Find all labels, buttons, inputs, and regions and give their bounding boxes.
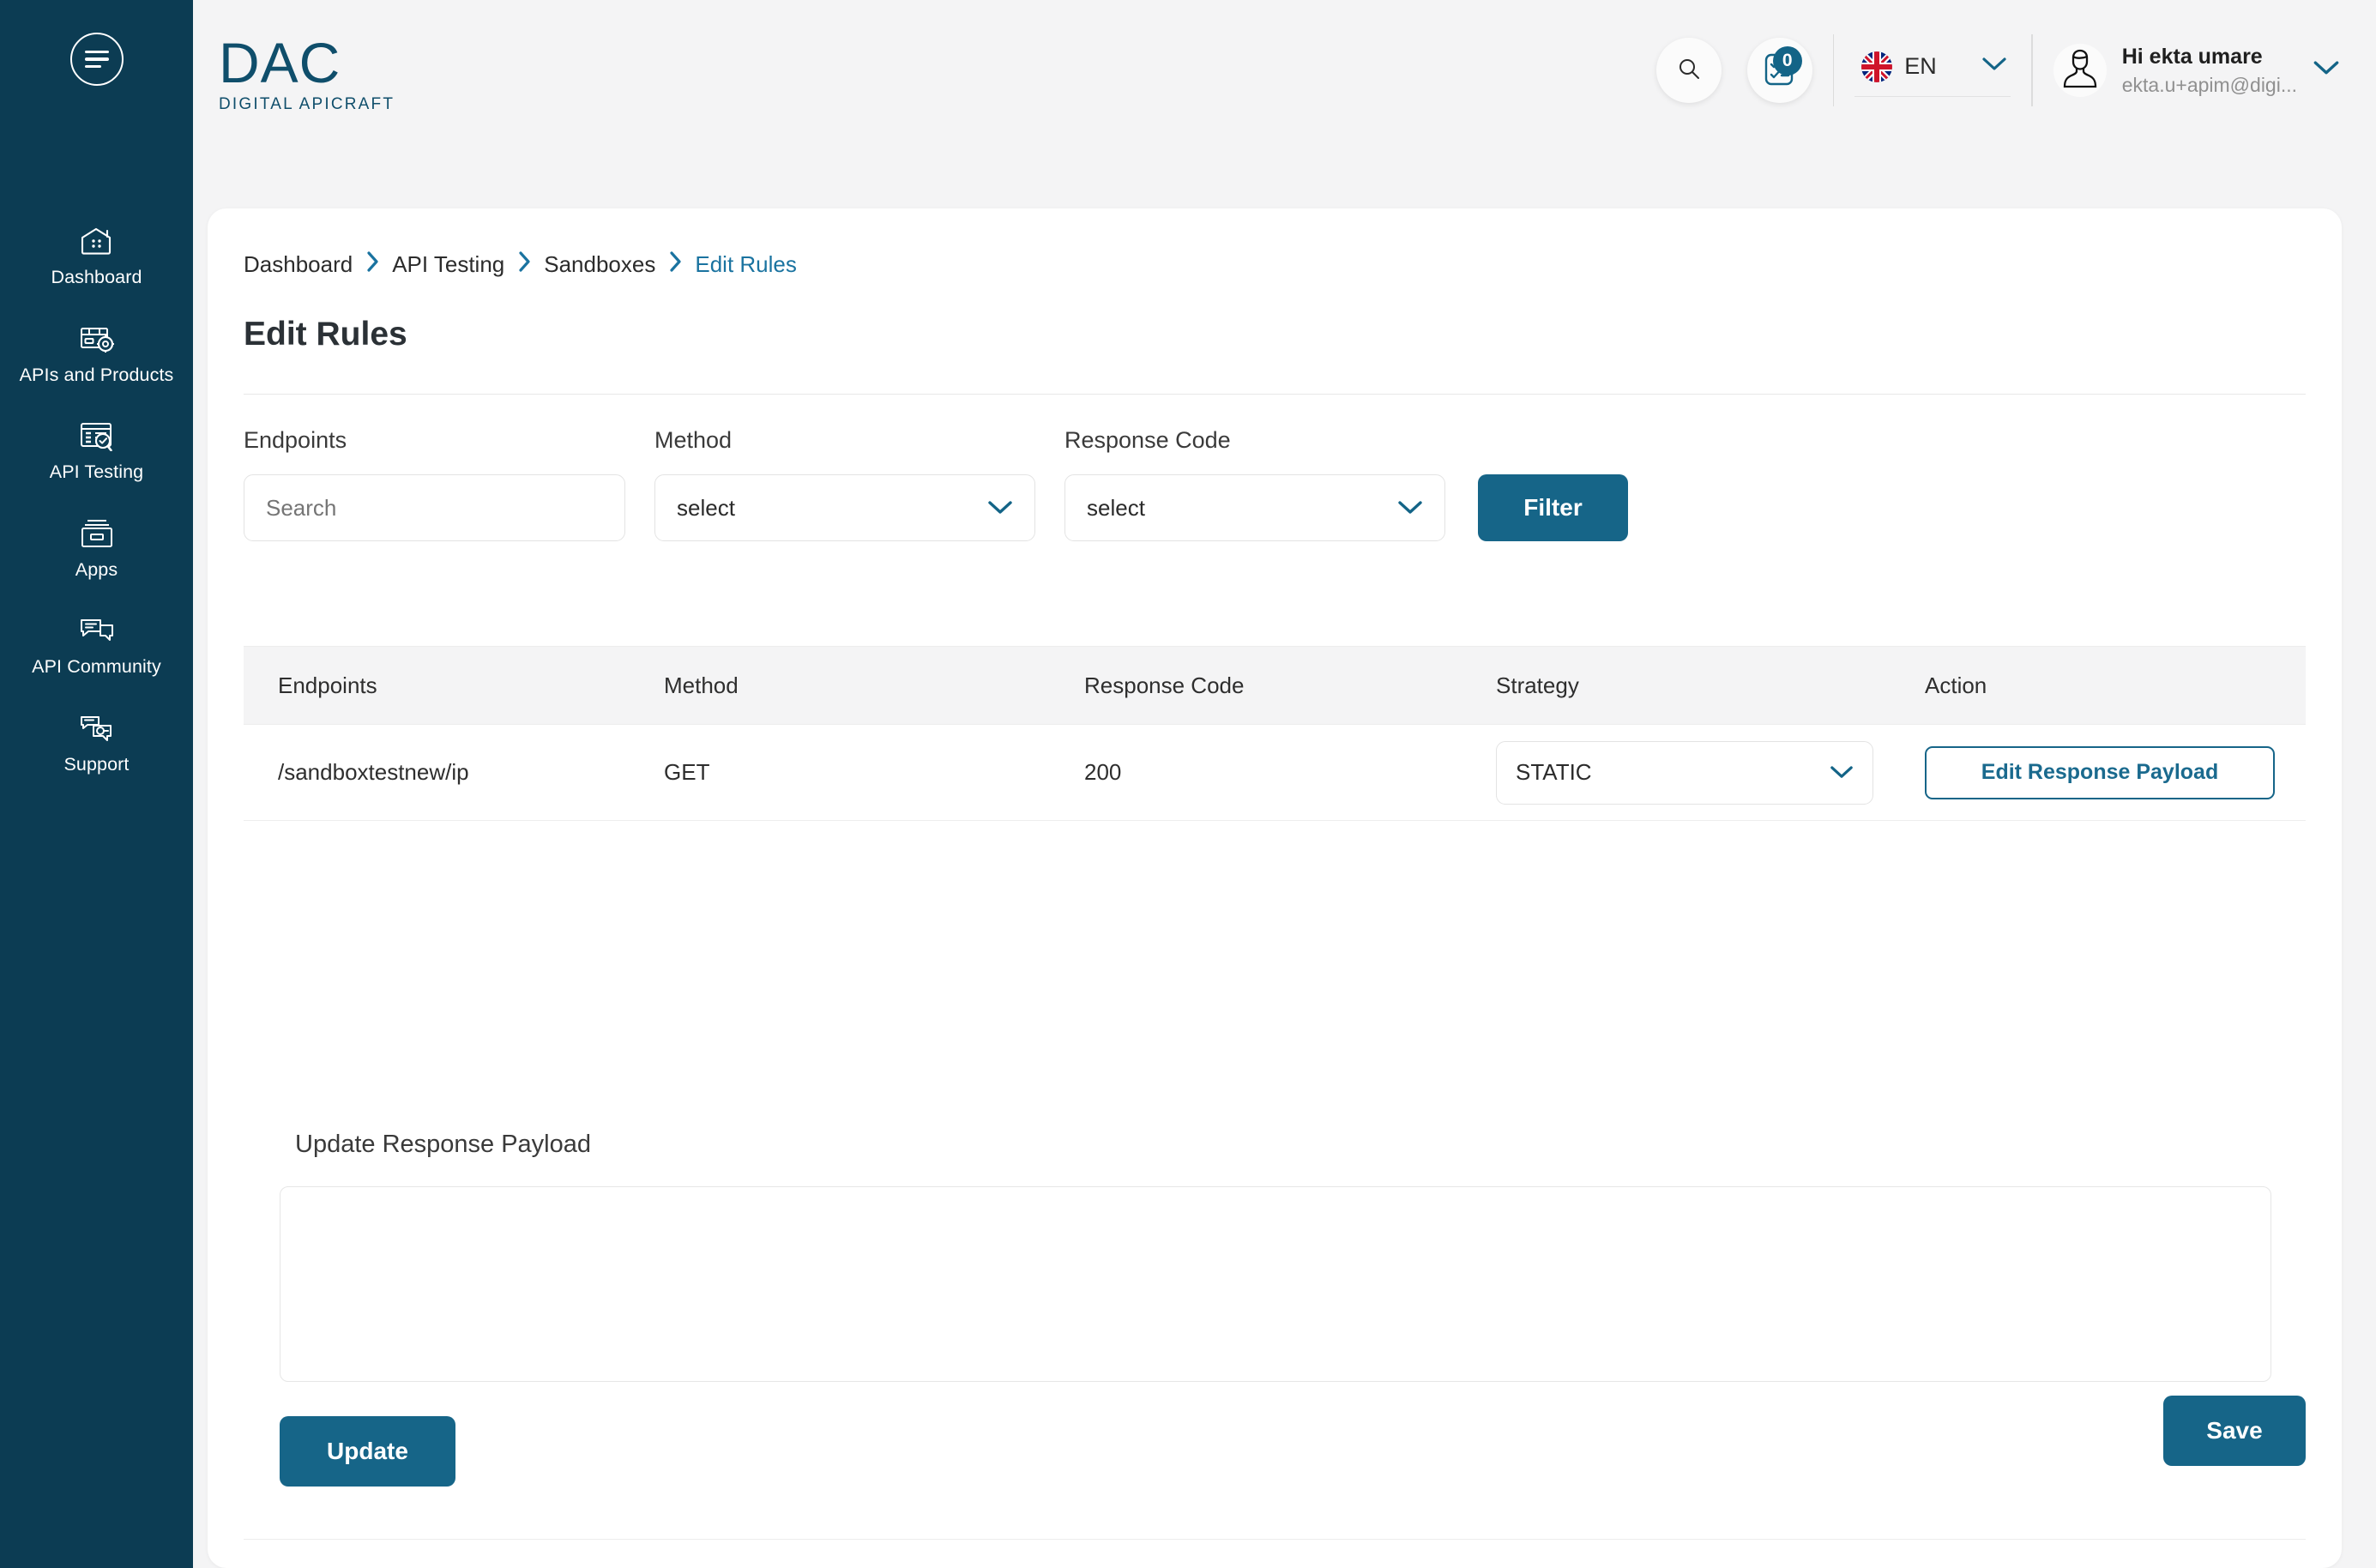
sidebar-item-dashboard[interactable]: Dashboard [0,223,193,290]
user-email: ekta.u+apim@digi... [2121,73,2297,96]
sidebar-item-support[interactable]: Support [0,710,193,777]
cell-response-code: 200 [1084,759,1122,785]
search-icon [1676,56,1702,86]
save-button[interactable]: Save [2163,1396,2306,1466]
cell-strategy: STATIC [1496,740,1925,805]
strategy-select-value: STATIC [1516,759,1592,785]
chevron-down-icon [1397,495,1423,522]
cell-action: Edit Response Payload [1925,745,2306,799]
language-code: EN [1904,53,1937,79]
header-divider-2 [2031,34,2033,106]
sidebar-item-apis-and-products[interactable]: APIs and Products [0,321,193,388]
breadcrumb-item-sandboxes[interactable]: Sandboxes [544,251,655,278]
breadcrumb-item-api-testing[interactable]: API Testing [392,251,504,278]
page-title: Edit Rules [244,316,407,353]
sidebar-item-label: Dashboard [51,267,142,287]
user-greeting: Hi ekta umare [2121,44,2263,69]
method-select[interactable]: select [654,474,1035,541]
chevron-right-icon [365,250,379,279]
response-code-select[interactable]: select [1064,474,1445,541]
logo-wordmark: DAC [219,31,341,94]
sidebar-item-api-testing[interactable]: API Testing [0,418,193,485]
logo-tagline: DIGITAL APICRAFT [219,94,395,113]
user-info: Hi ekta umare ekta.u+apim@digi... [2122,45,2297,97]
column-header-strategy: Strategy [1496,672,1579,698]
table-header-row: Endpoints Method Response Code Strategy … [244,646,2306,725]
search-button[interactable] [1655,38,1722,103]
header-divider-1 [1832,34,1835,106]
method-filter-label: Method [654,427,733,453]
api-testing-icon [77,418,117,454]
sidebar-item-api-community[interactable]: API Community [0,612,193,679]
notifications-button[interactable]: 0 [1746,38,1812,103]
dashboard-icon [77,223,117,259]
cell-method: GET [664,759,710,785]
sidebar-item-apps[interactable]: Apps [0,516,193,582]
app-logo[interactable]: DAC DIGITAL APICRAFT [219,31,395,114]
update-response-payload-panel: Update Response Payload Update [244,1066,2306,1540]
breadcrumb-item-dashboard[interactable]: Dashboard [244,251,353,278]
support-icon [77,710,117,746]
endpoints-filter-field: Endpoints [244,427,625,541]
column-header-method: Method [664,672,739,698]
edit-response-payload-button[interactable]: Edit Response Payload [1925,745,2275,799]
apis-products-icon [77,321,117,357]
header-actions: 0 EN Hi ekta umare ekta.u+apim@digi... [1655,34,2340,106]
top-header: DAC DIGITAL APICRAFT 0 EN Hi ekta umare … [193,0,2376,202]
method-filter-field: Method select [654,427,1035,541]
apps-icon [77,516,117,552]
update-button[interactable]: Update [280,1416,455,1487]
language-selector[interactable]: EN [1854,45,2011,97]
column-header-response-code: Response Code [1084,672,1245,698]
sidebar: Dashboard APIs and Products API Testing … [0,0,193,1568]
filter-button[interactable]: Filter [1478,474,1628,541]
search-input[interactable] [244,474,625,541]
api-community-icon [77,612,117,648]
sidebar-item-label: API Community [32,656,161,678]
column-header-endpoints: Endpoints [278,672,377,698]
sidebar-item-label: APIs and Products [19,364,174,385]
chevron-right-icon [668,250,682,279]
sidebar-item-label: API Testing [49,461,144,483]
sidebar-item-label: Apps [75,558,118,580]
chevron-right-icon [517,250,531,279]
notification-count-badge: 0 [1772,46,1802,75]
chevron-down-icon [987,495,1013,522]
title-divider [244,394,2306,395]
chevron-down-icon [1981,57,2007,76]
method-select-value: select [677,494,735,521]
chevron-down-icon [1830,759,1854,786]
sidebar-nav: Dashboard APIs and Products API Testing … [0,223,193,807]
breadcrumb-item-edit-rules[interactable]: Edit Rules [695,251,797,278]
update-response-payload-label: Update Response Payload [295,1131,592,1158]
sidebar-item-label: Support [63,753,130,775]
column-header-action: Action [1925,672,1987,698]
response-payload-textarea[interactable] [280,1186,2271,1382]
rules-table: Endpoints Method Response Code Strategy … [244,646,2306,821]
breadcrumb: Dashboard API Testing Sandboxes Edit Rul… [244,250,797,279]
chevron-down-icon[interactable] [2313,60,2340,81]
endpoints-filter-label: Endpoints [244,427,347,453]
response-code-filter-field: Response Code select [1064,427,1445,541]
response-code-filter-label: Response Code [1064,427,1231,453]
table-row: /sandboxtestnew/ip GET 200 STATIC Edit R… [244,725,2306,821]
main-content-card: Dashboard API Testing Sandboxes Edit Rul… [208,208,2342,1568]
avatar [2053,44,2107,97]
cell-endpoint: /sandboxtestnew/ip [278,759,469,785]
strategy-select[interactable]: STATIC [1496,740,1873,805]
response-code-select-value: select [1087,494,1145,521]
sidebar-toggle-button[interactable] [69,33,124,86]
uk-flag-icon [1861,51,1893,82]
hamburger-icon [69,33,124,86]
filter-bar: Endpoints Method select Response Code [244,427,1628,541]
user-menu[interactable]: Hi ekta umare ekta.u+apim@digi... [2053,44,2340,97]
